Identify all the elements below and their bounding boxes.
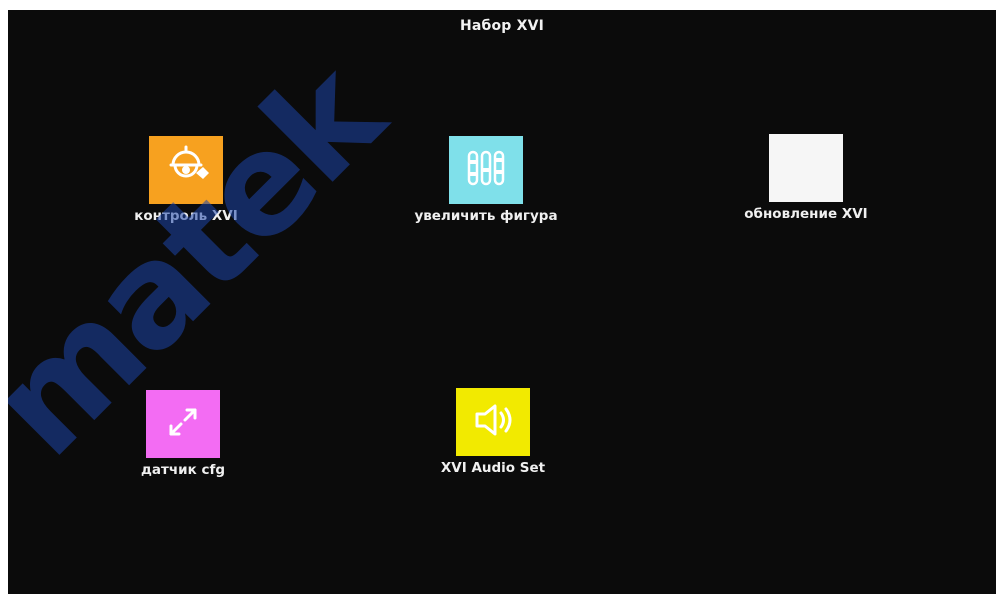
tile-sensor-cfg-box[interactable] (146, 390, 220, 458)
camera-control-icon (161, 145, 211, 195)
tile-xvi-control-box[interactable] (149, 136, 223, 204)
page-title: Набор XVI (459, 18, 545, 34)
tile-xvi-update-box[interactable] (769, 134, 843, 202)
zoom-bars-icon (464, 146, 508, 194)
tile-xvi-control[interactable]: контроль XVI (86, 136, 286, 236)
tile-xvi-update[interactable]: обновление XVI (706, 134, 906, 234)
tile-xvi-audio-set[interactable]: XVI Audio Set (393, 388, 593, 488)
tile-xvi-audio-set-label: XVI Audio Set (440, 460, 546, 476)
tile-zoom-figure-label: увеличить фигура (414, 208, 558, 224)
device-frame: Набор XVI контроль XVI увеличить фигура … (0, 0, 1000, 594)
tile-xvi-update-label: обновление XVI (744, 206, 868, 222)
tile-xvi-audio-set-box[interactable] (456, 388, 530, 456)
tile-zoom-figure-box[interactable] (449, 136, 523, 204)
tile-sensor-cfg-label: датчик cfg (141, 462, 225, 478)
tile-xvi-control-label: контроль XVI (134, 208, 238, 224)
dvr-screen: Набор XVI контроль XVI увеличить фигура … (8, 10, 996, 594)
speaker-icon (469, 400, 517, 444)
expand-arrows-icon (161, 402, 205, 446)
tile-sensor-cfg[interactable]: датчик cfg (83, 390, 283, 490)
tile-zoom-figure[interactable]: увеличить фигура (386, 136, 586, 236)
